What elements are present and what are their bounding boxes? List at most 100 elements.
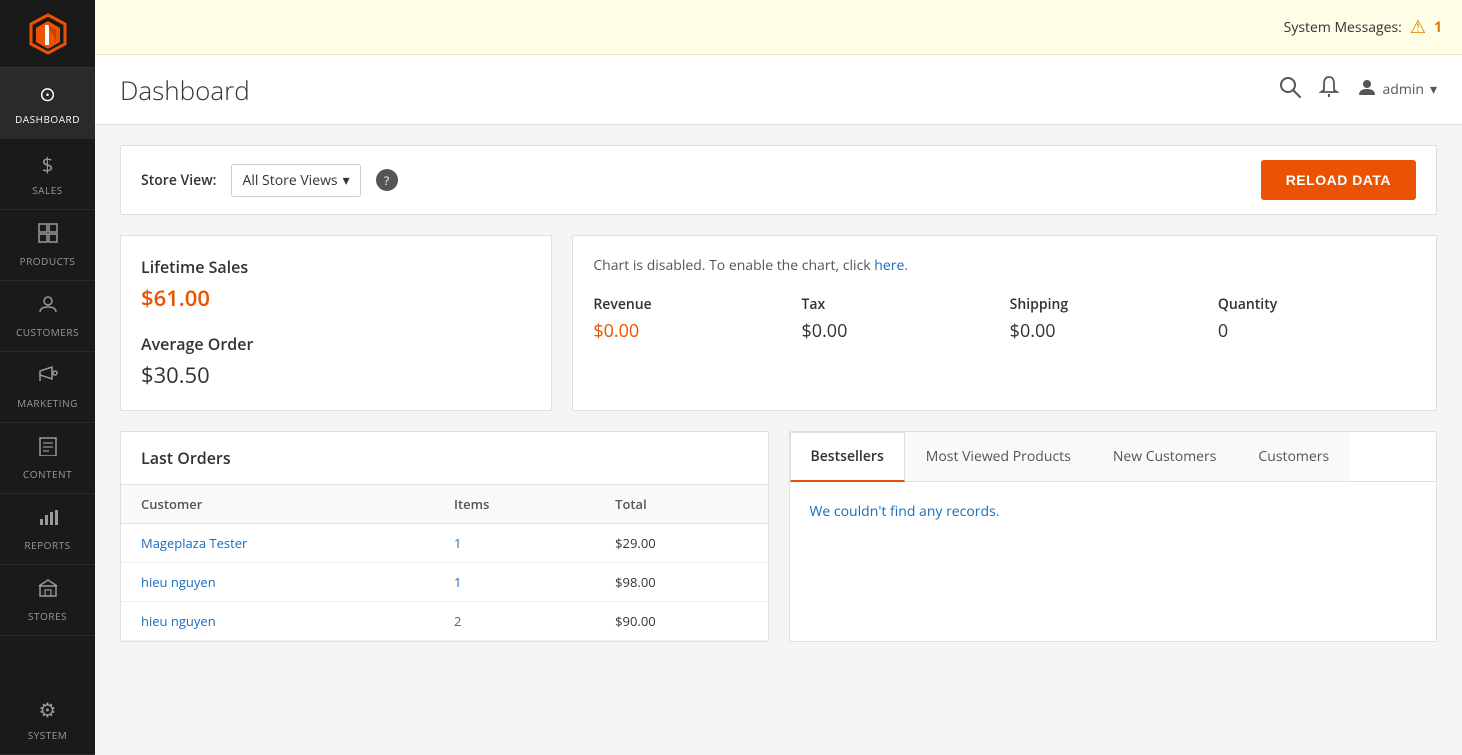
reload-data-button[interactable]: Reload Data <box>1261 160 1416 200</box>
search-icon[interactable] <box>1279 76 1301 104</box>
stats-left-panel: Lifetime Sales $61.00 Average Order $30.… <box>120 235 552 411</box>
metric-shipping: Shipping $0.00 <box>1010 295 1208 343</box>
tab-content-empty: We couldn't find any records. <box>790 482 1437 541</box>
order-customer: Mageplaza Tester <box>121 524 434 563</box>
table-row: hieu nguyen 1 $98.00 <box>121 563 768 602</box>
sidebar-item-content[interactable]: CONTENT <box>0 423 95 494</box>
orders-col-items: Items <box>434 485 595 524</box>
order-total: $29.00 <box>595 524 767 563</box>
sidebar-logo <box>0 0 95 68</box>
sidebar-item-system-label: SYSTEM <box>28 728 68 742</box>
order-items: 1 <box>434 563 595 602</box>
customers-icon <box>38 293 58 320</box>
lifetime-sales-label: Lifetime Sales <box>141 256 531 278</box>
order-customer: hieu nguyen <box>121 563 434 602</box>
stores-icon <box>38 577 58 604</box>
metrics-row: Revenue $0.00 Tax $0.00 Shipping $0.00 Q… <box>593 295 1416 343</box>
metric-tax-label: Tax <box>801 295 999 314</box>
items-link[interactable]: 1 <box>454 534 461 552</box>
table-row: hieu nguyen 2 $90.00 <box>121 602 768 641</box>
last-orders-title: Last Orders <box>121 432 768 485</box>
sidebar-item-sales[interactable]: $ SALES <box>0 139 95 210</box>
chart-disabled-prefix: Chart is disabled. To enable the chart, … <box>593 256 874 275</box>
chart-enable-link[interactable]: here <box>874 256 904 275</box>
metric-quantity-label: Quantity <box>1218 295 1416 314</box>
sidebar-item-marketing-label: MARKETING <box>17 396 78 410</box>
reports-icon <box>38 506 58 533</box>
items-link[interactable]: 2 <box>454 612 461 630</box>
user-menu[interactable]: admin ▾ <box>1357 77 1437 102</box>
dashboard-icon: ⊙ <box>39 80 56 107</box>
metric-revenue-label: Revenue <box>593 295 791 314</box>
metric-revenue-value: $0.00 <box>593 319 791 343</box>
sidebar-item-stores[interactable]: STORES <box>0 565 95 636</box>
metric-shipping-value: $0.00 <box>1010 319 1208 343</box>
system-messages-banner: System Messages: ⚠ 1 <box>95 0 1462 55</box>
tab-customers[interactable]: Customers <box>1237 432 1350 481</box>
tab-bestsellers[interactable]: Bestsellers <box>790 432 905 482</box>
orders-col-total: Total <box>595 485 767 524</box>
stats-right-panel: Chart is disabled. To enable the chart, … <box>572 235 1437 411</box>
metric-quantity: Quantity 0 <box>1218 295 1416 343</box>
store-view-left: Store View: All Store Views ▾ ? <box>141 164 398 197</box>
order-items: 1 <box>434 524 595 563</box>
metric-shipping-label: Shipping <box>1010 295 1208 314</box>
lifetime-sales-value: $61.00 <box>141 283 531 313</box>
header-actions: admin ▾ <box>1279 76 1437 104</box>
order-customer: hieu nguyen <box>121 602 434 641</box>
content-icon <box>38 435 58 462</box>
average-order-value: $30.50 <box>141 360 531 390</box>
help-icon[interactable]: ? <box>376 169 398 191</box>
content-area: Store View: All Store Views ▾ ? Reload D… <box>95 125 1462 755</box>
bottom-grid: Last Orders Customer Items Total Magepla… <box>120 431 1437 642</box>
marketing-icon <box>38 364 58 391</box>
sidebar-item-products-label: PRODUCTS <box>20 254 76 268</box>
sidebar: ⊙ DASHBOARD $ SALES PRODUCTS CUSTOMERS M… <box>0 0 95 755</box>
sidebar-item-customers-label: CUSTOMERS <box>16 325 79 339</box>
store-view-value: All Store Views <box>242 171 337 190</box>
chart-disabled-suffix: . <box>904 256 908 275</box>
sidebar-item-sales-label: SALES <box>32 183 63 197</box>
tabs-panel: Bestsellers Most Viewed Products New Cus… <box>789 431 1438 642</box>
notifications-icon[interactable] <box>1319 76 1339 104</box>
sidebar-item-marketing[interactable]: MARKETING <box>0 352 95 423</box>
system-messages-label: System Messages: <box>1284 18 1402 37</box>
order-total: $98.00 <box>595 563 767 602</box>
sales-icon: $ <box>42 151 53 178</box>
sidebar-item-content-label: CONTENT <box>23 467 72 481</box>
sidebar-item-reports[interactable]: REPORTS <box>0 494 95 565</box>
items-link[interactable]: 1 <box>454 573 461 591</box>
sidebar-item-dashboard[interactable]: ⊙ DASHBOARD <box>0 68 95 139</box>
sidebar-item-system[interactable]: ⚙ SYSTEM <box>0 684 95 755</box>
customer-link[interactable]: hieu nguyen <box>141 573 216 591</box>
page-title: Dashboard <box>120 72 250 108</box>
customer-link[interactable]: hieu nguyen <box>141 612 216 630</box>
tab-most-viewed[interactable]: Most Viewed Products <box>905 432 1092 481</box>
store-view-chevron-icon: ▾ <box>343 171 350 190</box>
sidebar-item-stores-label: STORES <box>28 609 67 623</box>
main-content: System Messages: ⚠ 1 Dashboard admin ▾ <box>95 0 1462 755</box>
store-view-label: Store View: <box>141 171 216 190</box>
orders-col-customer: Customer <box>121 485 434 524</box>
tabs-row: Bestsellers Most Viewed Products New Cus… <box>790 432 1437 482</box>
table-row: Mageplaza Tester 1 $29.00 <box>121 524 768 563</box>
system-messages-text: System Messages: ⚠ 1 <box>1284 15 1442 39</box>
order-items: 2 <box>434 602 595 641</box>
page-header: Dashboard admin ▾ <box>95 55 1462 125</box>
last-orders-section: Last Orders Customer Items Total Magepla… <box>120 431 769 642</box>
tab-new-customers[interactable]: New Customers <box>1092 432 1238 481</box>
sidebar-item-customers[interactable]: CUSTOMERS <box>0 281 95 352</box>
products-icon <box>38 222 58 249</box>
user-avatar-icon <box>1357 77 1377 102</box>
store-view-bar: Store View: All Store Views ▾ ? Reload D… <box>120 145 1437 215</box>
message-count[interactable]: 1 <box>1434 18 1442 37</box>
metric-revenue: Revenue $0.00 <box>593 295 791 343</box>
customer-link[interactable]: Mageplaza Tester <box>141 534 247 552</box>
metric-quantity-value: 0 <box>1218 319 1416 343</box>
system-icon: ⚙ <box>39 696 57 723</box>
orders-table: Customer Items Total Mageplaza Tester 1 … <box>121 485 768 641</box>
sidebar-item-products[interactable]: PRODUCTS <box>0 210 95 281</box>
empty-message: We couldn't find any records. <box>810 502 1000 521</box>
store-view-select[interactable]: All Store Views ▾ <box>231 164 360 197</box>
warning-icon: ⚠ <box>1410 15 1426 39</box>
